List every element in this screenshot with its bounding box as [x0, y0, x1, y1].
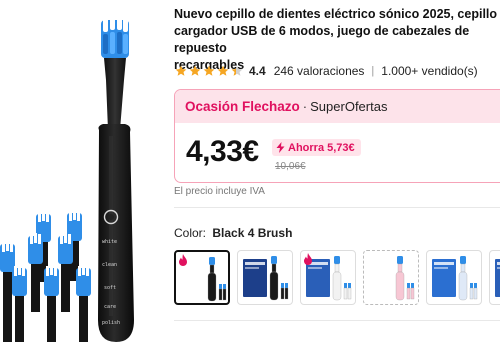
color-selected-value: Black 4 Brush: [212, 226, 293, 240]
spare-brush-heads: [0, 210, 91, 342]
color-selection-label: Color: Black 4 Brush: [174, 226, 292, 240]
star-icon: [203, 65, 215, 76]
deal-name: Ocasión Flechazo: [185, 99, 300, 114]
sold-count: 1.000+ vendido(s): [381, 64, 478, 78]
handle-mode-label: care: [104, 304, 117, 310]
flame-icon: [304, 253, 312, 265]
star-icon: [189, 65, 201, 76]
flame-icon: [179, 254, 187, 266]
reviews-count[interactable]: 246 valoraciones: [274, 64, 365, 78]
color-swatch-pink-dashed[interactable]: [363, 250, 419, 305]
savings-badge: Ahorra 5,73€: [272, 139, 361, 156]
deal-header: Ocasión Flechazo · SuperOfertas: [175, 90, 500, 123]
toothbrush-product-image: [0, 16, 134, 342]
star-icon: [231, 65, 243, 76]
original-price: 10,06€: [275, 161, 306, 172]
color-swatch-white-box[interactable]: [300, 250, 356, 305]
rating-stars: [175, 65, 243, 77]
deal-box: Ocasión Flechazo · SuperOfertas 4,33€ Ah…: [174, 89, 500, 183]
handle-mode-label: polish: [102, 320, 121, 326]
swatch-thumbnail: [495, 259, 500, 297]
main-brush-bristles: [101, 16, 129, 58]
color-swatches: [174, 250, 500, 305]
star-icon: [175, 65, 187, 76]
swatch-thumbnail: [395, 256, 415, 301]
handle-mode-label: clean: [102, 262, 118, 268]
deal-separator: ·: [302, 99, 308, 114]
swatch-thumbnail: [432, 256, 478, 301]
savings-text: Ahorra 5,73€: [288, 141, 355, 154]
star-icon: [217, 65, 229, 76]
separator: |: [371, 65, 375, 77]
color-swatch-blue-box[interactable]: [426, 250, 482, 305]
bolt-icon: [276, 142, 285, 153]
color-swatch-black[interactable]: [174, 250, 230, 305]
divider: [174, 207, 500, 208]
rating-value: 4.4: [249, 64, 266, 78]
color-label: Color:: [174, 226, 207, 240]
product-image-gallery[interactable]: white clean soft care polish: [0, 0, 170, 342]
rating-row[interactable]: 4.4 246 valoraciones | 1.000+ vendido(s): [175, 63, 478, 79]
swatch-thumbnail: [243, 256, 289, 301]
current-price: 4,33€: [186, 135, 259, 168]
color-swatch-pink-box[interactable]: [489, 250, 500, 305]
product-details: Nuevo cepillo de dientes eléctrico sónic…: [174, 0, 500, 342]
tax-note: El precio incluye IVA: [174, 186, 265, 197]
divider: [174, 320, 500, 321]
color-swatch-black-boxed[interactable]: [237, 250, 293, 305]
handle-mode-label: white: [102, 239, 118, 245]
deal-brand[interactable]: SuperOfertas: [310, 99, 387, 114]
handle-mode-label: soft: [104, 285, 117, 291]
